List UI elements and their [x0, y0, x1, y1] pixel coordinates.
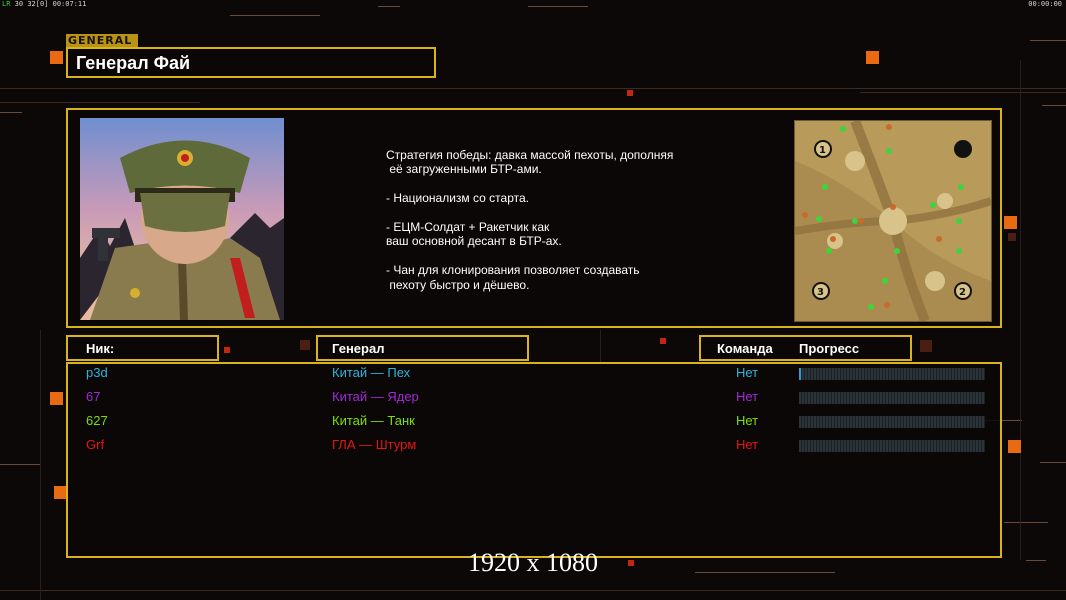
player-nick: Grf: [86, 437, 105, 452]
header-nick-box: Ник:: [66, 335, 219, 361]
hud-fps2: 32: [27, 0, 36, 8]
strategy-description: Стратегия победы: давка массой пехоты, д…: [386, 148, 674, 292]
player-progress-bar: [799, 440, 985, 452]
map-slot-3: 3: [817, 287, 824, 298]
player-team[interactable]: Нет: [736, 413, 758, 428]
header-general: Генерал: [332, 341, 385, 356]
player-progress-bar: [799, 416, 985, 428]
map-preview[interactable]: 1 3 2: [794, 120, 992, 322]
hud-prefix: LR: [2, 0, 11, 8]
player-row[interactable]: 67 Китай — Ядер Нет: [0, 387, 1066, 409]
player-general[interactable]: Китай — Пех: [332, 365, 410, 380]
player-progress-bar: [799, 368, 985, 380]
header-general-box: Генерал: [316, 335, 529, 361]
title-box: Генерал Фай: [66, 47, 436, 78]
hud-left: LR 30 32[0] 00:07:11: [2, 0, 86, 8]
header-team-progress-box: Команда Прогресс: [699, 335, 912, 361]
general-tag: GENERAL: [66, 34, 138, 47]
player-row[interactable]: Grf ГЛА — Штурм Нет: [0, 435, 1066, 457]
hud-time-left: 00:07:11: [52, 0, 87, 8]
map-slot-2: 2: [959, 287, 966, 298]
hud-right: 00:00:00: [1028, 0, 1062, 8]
player-general[interactable]: Китай — Ядер: [332, 389, 419, 404]
general-portrait: [80, 118, 284, 320]
hud-bracket: [0]: [35, 0, 49, 8]
header-progress: Прогресс: [799, 341, 860, 356]
player-row[interactable]: 627 Китай — Танк Нет: [0, 411, 1066, 433]
page-title: Генерал Фай: [76, 53, 191, 73]
player-team[interactable]: Нет: [736, 437, 758, 452]
player-nick: 627: [86, 413, 108, 428]
player-row[interactable]: p3d Китай — Пех Нет: [0, 363, 1066, 385]
header-nick: Ник:: [86, 341, 115, 356]
player-team[interactable]: Нет: [736, 389, 758, 404]
player-general[interactable]: ГЛА — Штурм: [332, 437, 416, 452]
player-nick: p3d: [86, 365, 108, 380]
player-nick: 67: [86, 389, 101, 404]
resolution-label: 1920 x 1080: [468, 548, 598, 577]
map-slot-1: 1: [819, 145, 826, 156]
player-general[interactable]: Китай — Танк: [332, 413, 415, 428]
player-team[interactable]: Нет: [736, 365, 758, 380]
player-progress-bar: [799, 392, 985, 404]
player-progress-fill: [799, 368, 801, 380]
header-team: Команда: [717, 341, 773, 356]
hud-time-right: 00:00:00: [1028, 0, 1062, 8]
hud-fps: 30: [14, 0, 24, 8]
